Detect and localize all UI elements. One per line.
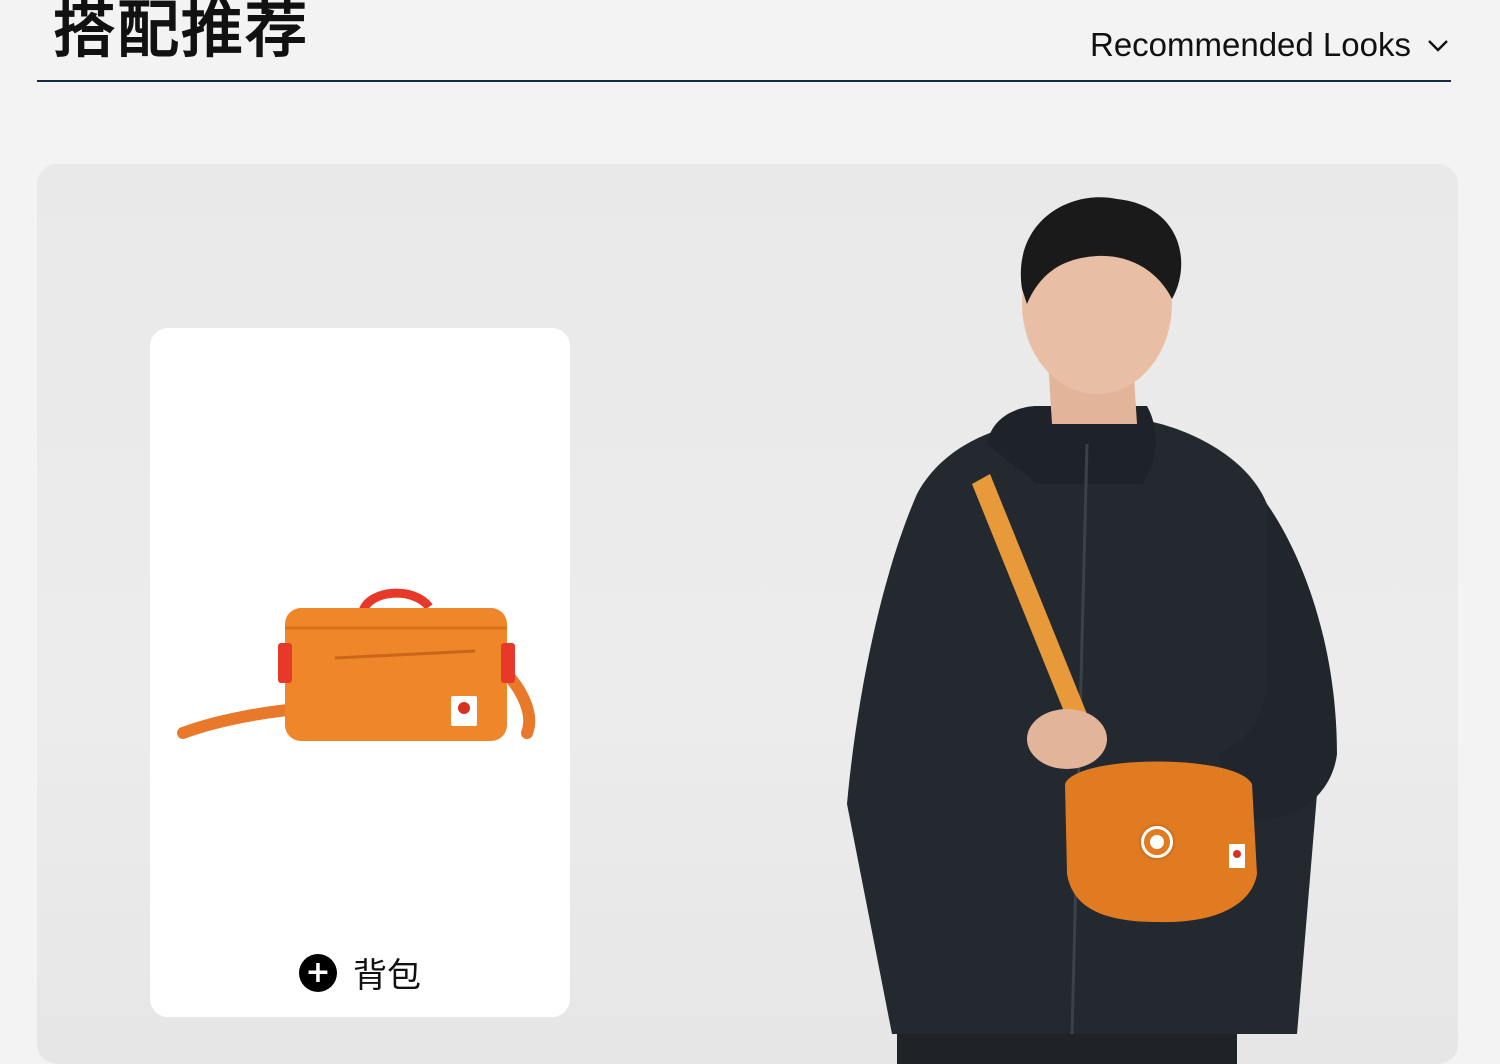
recommended-looks-toggle[interactable]: Recommended Looks: [1090, 26, 1451, 64]
model-photo: [847, 197, 1337, 1064]
section-header: 搭配推荐 Recommended Looks: [37, 0, 1451, 82]
page-title: 搭配推荐: [53, 0, 310, 66]
shoulder-bag-product-image: [177, 588, 536, 741]
product-card[interactable]: + 背包: [150, 328, 570, 1017]
product-tag[interactable]: + 背包: [150, 948, 570, 997]
product-tag-label: 背包: [353, 956, 421, 996]
recommended-looks-label: Recommended Looks: [1089, 26, 1411, 63]
look-panel: + 背包: [37, 164, 1458, 1064]
chevron-down-icon: [1428, 40, 1448, 52]
target-icon[interactable]: [1141, 826, 1173, 858]
plus-circle-icon: +: [299, 953, 337, 992]
hotspot-dot: [1150, 835, 1164, 849]
